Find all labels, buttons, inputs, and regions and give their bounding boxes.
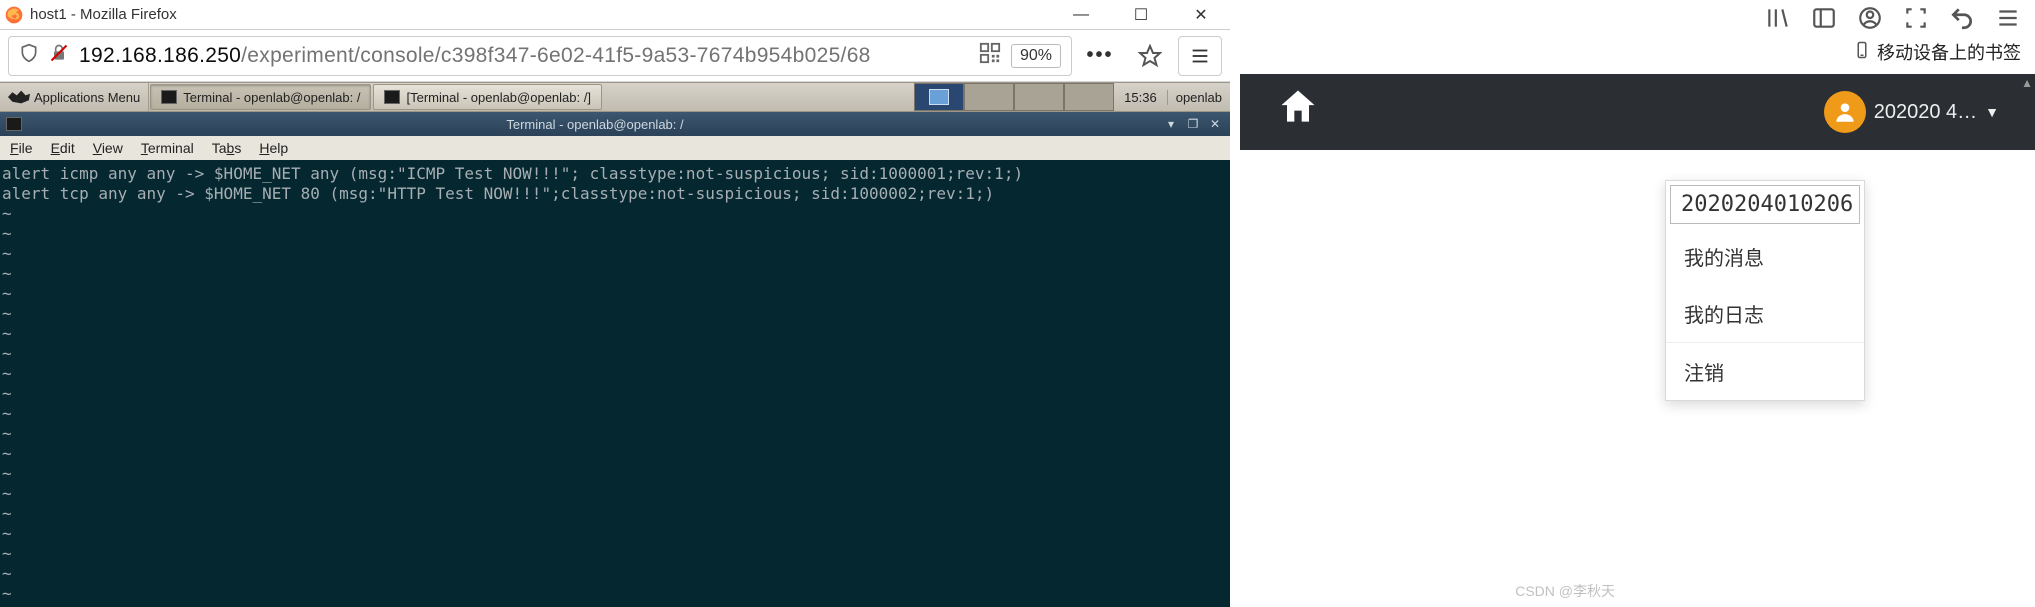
sidebar-icon[interactable] [1811, 5, 1837, 31]
menu-tabs[interactable]: Tabs [212, 140, 242, 156]
menu-help[interactable]: Help [259, 140, 288, 156]
home-icon[interactable] [1276, 85, 1320, 139]
dropdown-my-logs[interactable]: 我的日志 [1666, 285, 1864, 342]
terminal-close-icon[interactable]: ✕ [1206, 117, 1224, 131]
watermark-text: CSDN @李秋天 [1515, 581, 1615, 601]
dropdown-account-id[interactable]: 2020204010206 [1670, 185, 1860, 224]
page-actions-button[interactable]: ••• [1078, 36, 1122, 76]
minimize-button[interactable]: — [1066, 6, 1096, 24]
bookmarks-toolbar: 移动设备上的书签 [1240, 36, 2035, 68]
tracking-shield-icon[interactable] [19, 43, 39, 68]
workspace-4[interactable] [1064, 83, 1114, 111]
menu-file[interactable]: File [10, 140, 33, 156]
window-title-bar: host1 - Mozilla Firefox — ☐ ✕ [0, 0, 1230, 30]
workspace-1[interactable] [914, 83, 964, 111]
user-avatar-icon [1824, 91, 1866, 133]
workspace-pager[interactable] [914, 83, 1114, 111]
url-bar-row: 192.168.186.250/experiment/console/c398f… [0, 30, 1230, 82]
hamburger-icon[interactable] [1995, 5, 2021, 31]
account-icon[interactable] [1857, 5, 1883, 31]
library-icon[interactable] [1765, 5, 1791, 31]
browser-toolbar-right [1240, 0, 2035, 36]
menu-terminal[interactable]: Terminal [141, 140, 194, 156]
url-bar[interactable]: 192.168.186.250/experiment/console/c398f… [8, 36, 1072, 76]
app-topnav: ▲ 202020 4… ▼ [1240, 74, 2035, 150]
close-button[interactable]: ✕ [1186, 5, 1216, 25]
xfce-panel: Applications Menu Terminal - openlab@ope… [0, 82, 1230, 112]
screenshot-icon[interactable] [1903, 5, 1929, 31]
xfce-rat-icon [8, 89, 30, 105]
menu-view[interactable]: View [93, 140, 123, 156]
window-controls: — ☐ ✕ [1066, 5, 1226, 25]
workspace-2[interactable] [964, 83, 1014, 111]
terminal-icon [161, 90, 177, 104]
terminal-minimize-icon[interactable]: ▾ [1162, 117, 1180, 131]
right-panel: 移动设备上的书签 ▲ 202020 4… ▼ 2020204010206 我的消… [1240, 0, 2035, 607]
scroll-up-icon[interactable]: ▲ [2021, 76, 2033, 90]
terminal-menubar: File Edit View Terminal Tabs Help [0, 136, 1230, 160]
qr-icon[interactable] [979, 42, 1001, 69]
terminal-restore-icon[interactable]: ❐ [1184, 117, 1202, 131]
applications-menu-button[interactable]: Applications Menu [0, 83, 149, 111]
mobile-device-icon [1853, 41, 1871, 64]
url-text[interactable]: 192.168.186.250/experiment/console/c398f… [79, 44, 969, 68]
caret-down-icon: ▼ [1985, 104, 1999, 120]
terminal-body[interactable]: alert icmp any any -> $HOME_NET any (msg… [0, 160, 1230, 607]
insecure-lock-icon[interactable] [49, 43, 69, 68]
browser-window: host1 - Mozilla Firefox — ☐ ✕ 192.168.18… [0, 0, 1230, 607]
applications-menu-label: Applications Menu [34, 90, 140, 105]
taskbar-item-label: [Terminal - openlab@openlab: /] [406, 90, 590, 105]
terminal-titlebar: Terminal - openlab@openlab: / ▾ ❐ ✕ [0, 112, 1230, 136]
user-dropdown: 2020204010206 我的消息 我的日志 注销 [1665, 180, 1865, 401]
user-menu-trigger[interactable]: 202020 4… ▼ [1824, 91, 1999, 133]
user-short-name: 202020 4… [1874, 101, 1977, 124]
panel-username: openlab [1167, 90, 1230, 105]
window-title: host1 - Mozilla Firefox [30, 6, 1066, 23]
panel-clock: 15:36 [1114, 90, 1167, 105]
dropdown-logout[interactable]: 注销 [1666, 343, 1864, 400]
zoom-badge[interactable]: 90% [1011, 44, 1061, 68]
mobile-bookmarks-link[interactable]: 移动设备上的书签 [1877, 39, 2021, 65]
firefox-icon [4, 5, 24, 25]
workspace-3[interactable] [1014, 83, 1064, 111]
terminal-icon [384, 90, 400, 104]
hamburger-menu-button[interactable] [1178, 36, 1222, 76]
taskbar-item-terminal-1[interactable]: Terminal - openlab@openlab: / [150, 84, 371, 110]
bookmark-star-button[interactable] [1128, 36, 1172, 76]
menu-edit[interactable]: Edit [51, 140, 75, 156]
terminal-title-text: Terminal - openlab@openlab: / [506, 117, 683, 132]
terminal-icon [6, 117, 22, 131]
dropdown-my-messages[interactable]: 我的消息 [1666, 228, 1864, 285]
undo-icon[interactable] [1949, 5, 1975, 31]
maximize-button[interactable]: ☐ [1126, 5, 1156, 25]
taskbar-item-label: Terminal - openlab@openlab: / [183, 90, 360, 105]
taskbar-item-terminal-2[interactable]: [Terminal - openlab@openlab: /] [373, 84, 601, 110]
